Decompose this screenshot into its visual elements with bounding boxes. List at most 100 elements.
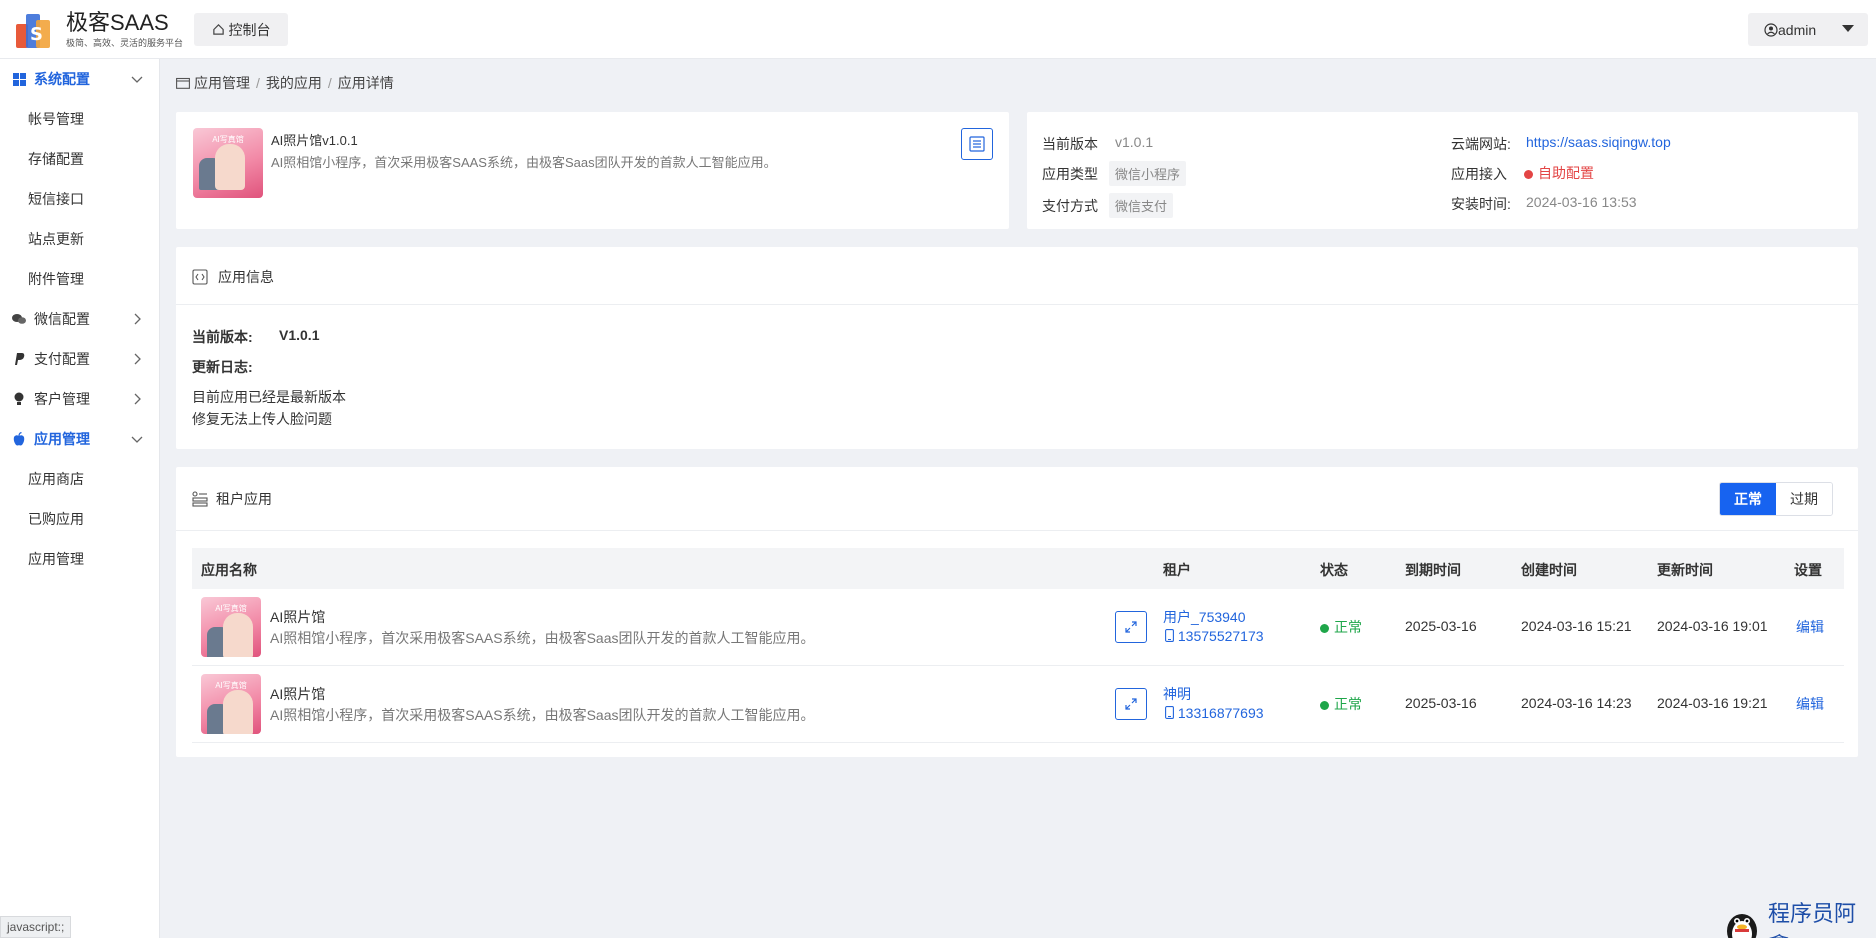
type-tag: 微信小程序 xyxy=(1109,161,1187,186)
row-created: 2024-03-16 14:23 xyxy=(1521,695,1632,711)
edit-link[interactable]: 编辑 xyxy=(1796,617,1824,637)
row-app-description: AI照相馆小程序，首次采用极客SAAS系统，由极客Saas团队开发的首款人工智能… xyxy=(270,630,815,646)
chevron-right-icon xyxy=(134,313,141,325)
row-app-name: AI照片馆 xyxy=(270,686,326,702)
paypal-icon xyxy=(12,352,26,366)
apple-icon xyxy=(12,432,26,446)
breadcrumb-item[interactable]: 我的应用 xyxy=(266,73,322,93)
type-label: 应用类型 xyxy=(1042,166,1098,182)
sidebar-group-wechat[interactable]: 微信配置 xyxy=(0,299,160,339)
version-label: 当前版本 xyxy=(1042,136,1098,152)
table-row: AI写真馆 AI照片馆 AI照相馆小程序，首次采用极客SAAS系统，由极客Saa… xyxy=(192,589,1844,666)
logo-title: 极客SAAS xyxy=(66,10,169,35)
expand-icon xyxy=(1125,698,1137,710)
console-label: 控制台 xyxy=(228,21,271,38)
changelog-line: 修复无法上传人脸问题 xyxy=(192,411,332,427)
pay-label: 支付方式 xyxy=(1042,198,1098,214)
expand-button[interactable] xyxy=(1115,688,1147,720)
breadcrumb-item: 应用详情 xyxy=(337,75,394,91)
site-label: 云端网站: xyxy=(1451,136,1511,152)
row-app-thumbnail: AI写真馆 xyxy=(201,597,261,657)
sidebar-item-sms[interactable]: 短信接口 xyxy=(0,179,160,219)
status-dot-icon xyxy=(1320,700,1329,710)
row-status: 正常 xyxy=(1320,694,1362,714)
penguin-icon xyxy=(1722,907,1762,938)
sidebar-group-customers[interactable]: 客户管理 xyxy=(0,379,160,419)
sidebar-group-system[interactable]: 系统配置 xyxy=(0,59,160,99)
row-expire: 2025-03-16 xyxy=(1405,618,1477,634)
app-info-card: 应用信息 当前版本: V1.0.1 更新日志: 目前应用已经是最新版本 修复无法… xyxy=(176,247,1858,449)
changelog-label: 更新日志: xyxy=(192,359,253,375)
sidebar-item-accounts[interactable]: 帐号管理 xyxy=(0,99,160,139)
column-header: 创建时间 xyxy=(1521,562,1577,578)
sidebar-item-site-update[interactable]: 站点更新 xyxy=(0,219,160,259)
install-time: 2024-03-16 13:53 xyxy=(1526,194,1637,210)
chevron-right-icon xyxy=(134,393,141,405)
sidebar-item-app-management[interactable]: 应用管理 xyxy=(0,539,160,579)
grid-icon xyxy=(12,72,26,86)
logo-mark-icon: S xyxy=(14,10,60,50)
tenant-user-link[interactable]: 用户_753940 xyxy=(1163,607,1246,627)
user-menu-button[interactable]: admin xyxy=(1748,13,1868,46)
sidebar-group-apps[interactable]: 应用管理 xyxy=(0,419,160,459)
sidebar-item-attachments[interactable]: 附件管理 xyxy=(0,259,160,299)
thumbnail-caption: AI写真馆 xyxy=(215,681,247,690)
filter-expired-button[interactable]: 过期 xyxy=(1776,483,1832,515)
top-header: S 极客SAAS 极简、高效、灵活的服务平台 控制台 admin xyxy=(0,0,1876,59)
app-summary-card: AI写真馆 AI照片馆v1.0.1 AI照相馆小程序，首次采用极客SAAS系统，… xyxy=(176,112,1009,229)
watermark-text: 程序员阿鑫 xyxy=(1768,901,1857,938)
site-link[interactable]: https://saas.siqingw.top xyxy=(1526,134,1671,150)
tenant-phone-number: 13316877693 xyxy=(1177,705,1264,721)
tenant-header: 租户应用 xyxy=(192,489,272,509)
logo[interactable]: S 极客SAAS 极简、高效、灵活的服务平台 xyxy=(14,10,183,50)
pay-tag: 微信支付 xyxy=(1109,193,1174,218)
column-header: 租户 xyxy=(1163,562,1191,578)
row-app-name: AI照片馆 xyxy=(270,609,326,625)
app-description: AI照相馆小程序，首次采用极客SAAS系统，由极客Saas团队开发的首款人工智能… xyxy=(271,155,777,170)
logo-subtitle: 极简、高效、灵活的服务平台 xyxy=(66,38,184,48)
tenant-phone-number: 13575527173 xyxy=(1177,628,1264,644)
filter-normal-button[interactable]: 正常 xyxy=(1720,483,1776,515)
sidebar-group-payment[interactable]: 支付配置 xyxy=(0,339,160,379)
console-button[interactable]: 控制台 xyxy=(194,13,288,46)
breadcrumb: 应用管理 / 我的应用 / 应用详情 xyxy=(176,73,394,93)
column-header: 状态 xyxy=(1320,562,1348,578)
app-meta-card: 当前版本 v1.0.1 应用类型 微信小程序 支付方式 微信支付 云端网站: h… xyxy=(1027,112,1858,229)
sidebar-item-storage[interactable]: 存储配置 xyxy=(0,139,160,179)
code-icon xyxy=(192,269,208,285)
breadcrumb-item[interactable]: 应用管理 xyxy=(194,73,250,93)
tenant-phone[interactable]: 13316877693 xyxy=(1165,705,1264,721)
column-header: 应用名称 xyxy=(201,562,257,578)
sidebar-item-app-store[interactable]: 应用商店 xyxy=(0,459,160,499)
user-circle-icon xyxy=(1764,22,1778,37)
tenant-phone[interactable]: 13575527173 xyxy=(1165,628,1264,644)
details-button[interactable] xyxy=(961,128,993,160)
status-filter: 正常 过期 xyxy=(1719,482,1833,516)
table-row: AI写真馆 AI照片馆 AI照相馆小程序，首次采用极客SAAS系统，由极客Saa… xyxy=(192,666,1844,743)
edit-link[interactable]: 编辑 xyxy=(1796,694,1824,714)
sidebar-group-label: 系统配置 xyxy=(34,71,90,87)
chevron-down-icon xyxy=(131,76,143,83)
expand-icon xyxy=(1125,621,1137,633)
sidebar-group-label: 微信配置 xyxy=(34,311,90,327)
access-status: 自助配置 xyxy=(1524,163,1594,183)
sidebar-item-purchased-apps[interactable]: 已购应用 xyxy=(0,499,160,539)
row-updated: 2024-03-16 19:01 xyxy=(1657,618,1768,634)
access-value: 自助配置 xyxy=(1538,165,1594,181)
expand-button[interactable] xyxy=(1115,611,1147,643)
tenant-user-link[interactable]: 神明 xyxy=(1163,684,1191,704)
column-header: 到期时间 xyxy=(1405,562,1461,578)
column-header: 更新时间 xyxy=(1657,562,1713,578)
folder-icon xyxy=(176,77,190,89)
app-name: AI照片馆v1.0.1 xyxy=(271,133,358,148)
user-icon xyxy=(12,392,26,406)
tenant-apps-card: 租户应用 正常 过期 应用名称 租户 状态 到期时间 创建时间 更新时间 设置 … xyxy=(176,467,1858,757)
changelog-line: 目前应用已经是最新版本 xyxy=(192,389,346,405)
list-detail-icon xyxy=(969,136,985,152)
row-app-thumbnail: AI写真馆 xyxy=(201,674,261,734)
svg-text:S: S xyxy=(30,24,43,45)
row-updated: 2024-03-16 19:21 xyxy=(1657,695,1768,711)
info-version-value: V1.0.1 xyxy=(279,327,320,343)
status-bar-url: javascript:; xyxy=(0,916,72,938)
version-value: v1.0.1 xyxy=(1115,134,1154,150)
